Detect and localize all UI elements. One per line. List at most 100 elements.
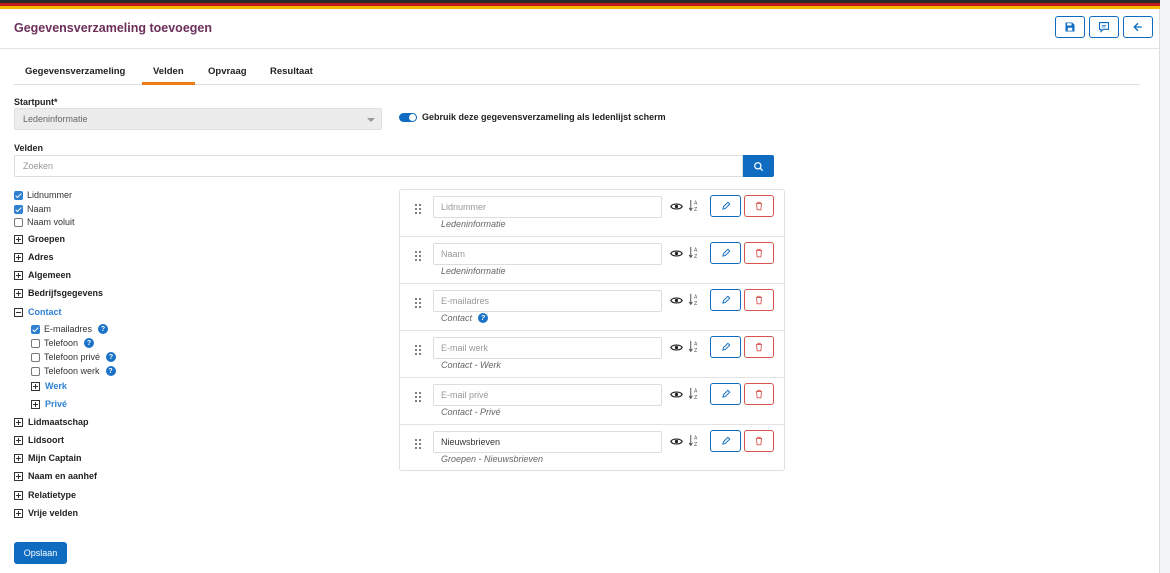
- tree-group-contact[interactable]: Contact: [14, 306, 62, 318]
- tree-item-naam[interactable]: Naam: [14, 203, 51, 215]
- edit-button[interactable]: [710, 195, 741, 217]
- delete-button[interactable]: [744, 195, 774, 217]
- delete-button[interactable]: [744, 383, 774, 405]
- expand-icon[interactable]: [14, 490, 23, 500]
- delete-button[interactable]: [744, 336, 774, 358]
- drag-handle-icon[interactable]: [415, 298, 421, 308]
- svg-text:Z: Z: [694, 442, 698, 447]
- startpunt-value: Ledeninformatie: [23, 114, 88, 124]
- tab-velden[interactable]: Velden: [142, 65, 195, 85]
- expand-icon[interactable]: [14, 471, 23, 481]
- tab-opvraag[interactable]: Opvraag: [197, 65, 258, 85]
- help-icon[interactable]: ?: [84, 338, 95, 348]
- checkbox[interactable]: [31, 324, 40, 334]
- help-icon[interactable]: ?: [105, 366, 116, 376]
- field-name-input[interactable]: E-mailadres: [433, 290, 662, 312]
- checkbox[interactable]: [31, 338, 40, 348]
- field-name-input[interactable]: Nieuwsbrieven: [433, 431, 662, 453]
- eye-icon[interactable]: [670, 436, 683, 447]
- collapse-icon[interactable]: [14, 307, 23, 317]
- help-icon[interactable]: ?: [478, 313, 489, 323]
- tree-item-telefoon[interactable]: Telefoon ?: [31, 337, 95, 349]
- eye-icon[interactable]: [670, 248, 683, 259]
- edit-button[interactable]: [710, 383, 741, 405]
- checkbox[interactable]: [14, 190, 23, 200]
- tab-resultaat[interactable]: Resultaat: [259, 65, 324, 85]
- tree-item-naam-voluit[interactable]: Naam voluit: [14, 216, 75, 228]
- delete-button[interactable]: [744, 242, 774, 264]
- startpunt-select[interactable]: Ledeninformatie: [14, 108, 382, 130]
- expand-icon[interactable]: [14, 252, 23, 262]
- svg-text:A: A: [694, 389, 698, 395]
- edit-button[interactable]: [710, 289, 741, 311]
- comment-header-button[interactable]: [1089, 16, 1119, 38]
- expand-icon[interactable]: [31, 399, 40, 409]
- checkbox[interactable]: [14, 217, 23, 227]
- tree-subgroup-werk[interactable]: Werk: [31, 380, 67, 392]
- checkbox[interactable]: [14, 204, 23, 214]
- eye-icon[interactable]: [670, 342, 683, 353]
- expand-icon[interactable]: [14, 234, 23, 244]
- tree-group-relatietype[interactable]: Relatietype: [14, 489, 76, 501]
- eye-icon[interactable]: [670, 389, 683, 400]
- field-name-input[interactable]: Naam: [433, 243, 662, 265]
- save-header-button[interactable]: [1055, 16, 1085, 38]
- drag-handle-icon[interactable]: [415, 251, 421, 261]
- expand-icon[interactable]: [14, 508, 23, 518]
- search-input[interactable]: Zoeken: [14, 155, 743, 177]
- tree-group-algemeen[interactable]: Algemeen: [14, 269, 71, 281]
- tree-group-groepen[interactable]: Groepen: [14, 233, 65, 245]
- sort-icon[interactable]: AZ: [688, 434, 700, 447]
- tree-group-naam-en-aanhef[interactable]: Naam en aanhef: [14, 470, 97, 482]
- tree-group-lidsoort[interactable]: Lidsoort: [14, 434, 64, 446]
- edit-button[interactable]: [710, 242, 741, 264]
- tree-group-bedrijfsgegevens[interactable]: Bedrijfsgegevens: [14, 287, 103, 299]
- tree-item-lidnummer[interactable]: Lidnummer: [14, 189, 72, 201]
- save-button[interactable]: Opslaan: [14, 542, 67, 564]
- tree-group-mijn-captain[interactable]: Mijn Captain: [14, 452, 82, 464]
- field-name-input[interactable]: E-mail werk: [433, 337, 662, 359]
- expand-icon[interactable]: [14, 435, 23, 445]
- checkbox[interactable]: [31, 366, 40, 376]
- ledenlijst-toggle[interactable]: [399, 112, 417, 122]
- tree-item-telefoon-werk[interactable]: Telefoon werk ?: [31, 365, 116, 377]
- page-title: Gegevensverzameling toevoegen: [14, 21, 212, 35]
- tree-group-vrije-velden[interactable]: Vrije velden: [14, 507, 78, 519]
- drag-handle-icon[interactable]: [415, 392, 421, 402]
- tree-item-e-mailadres[interactable]: E-mailadres ?: [31, 323, 109, 335]
- edit-button[interactable]: [710, 336, 741, 358]
- eye-icon[interactable]: [670, 201, 683, 212]
- tab-gegevensverzameling[interactable]: Gegevensverzameling: [14, 65, 136, 85]
- sort-icon[interactable]: AZ: [688, 293, 700, 306]
- drag-handle-icon[interactable]: [415, 345, 421, 355]
- header-divider: [0, 48, 1159, 49]
- sort-icon[interactable]: AZ: [688, 246, 700, 259]
- field-name-input[interactable]: E-mail privé: [433, 384, 662, 406]
- expand-icon[interactable]: [14, 417, 23, 427]
- drag-handle-icon[interactable]: [415, 204, 421, 214]
- search-button[interactable]: [743, 155, 774, 177]
- sort-icon[interactable]: AZ: [688, 387, 700, 400]
- sort-icon[interactable]: AZ: [688, 340, 700, 353]
- checkbox[interactable]: [31, 352, 40, 362]
- back-header-button[interactable]: [1123, 16, 1153, 38]
- tree-group-lidmaatschap[interactable]: Lidmaatschap: [14, 416, 89, 428]
- help-icon[interactable]: ?: [106, 352, 117, 362]
- help-icon[interactable]: ?: [98, 324, 109, 334]
- tree-item-telefoon-prive[interactable]: Telefoon privé ?: [31, 351, 117, 363]
- expand-icon[interactable]: [14, 288, 23, 298]
- expand-icon[interactable]: [14, 270, 23, 280]
- field-row: Naam Ledeninformatie AZ: [400, 237, 784, 284]
- tree-group-adres[interactable]: Adres: [14, 251, 54, 263]
- field-name-input[interactable]: Lidnummer: [433, 196, 662, 218]
- expand-icon[interactable]: [14, 453, 23, 463]
- edit-button[interactable]: [710, 430, 741, 452]
- delete-button[interactable]: [744, 430, 774, 452]
- eye-icon[interactable]: [670, 295, 683, 306]
- expand-icon[interactable]: [31, 381, 40, 391]
- sort-icon[interactable]: AZ: [688, 199, 700, 212]
- tree-subgroup-prive[interactable]: Privé: [31, 398, 67, 410]
- save-icon: [1065, 22, 1075, 32]
- drag-handle-icon[interactable]: [415, 439, 421, 449]
- delete-button[interactable]: [744, 289, 774, 311]
